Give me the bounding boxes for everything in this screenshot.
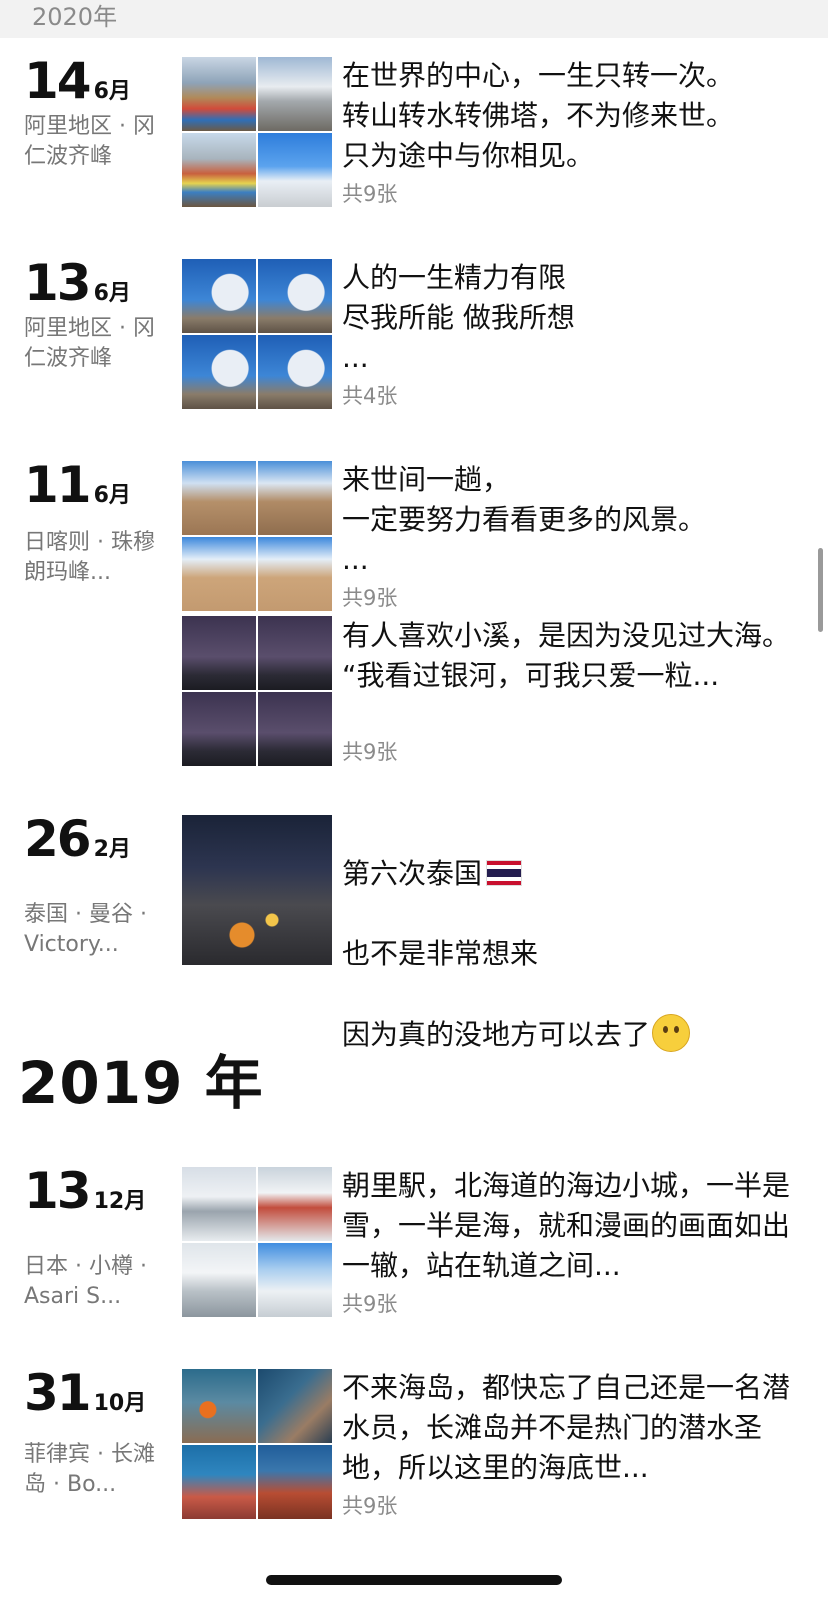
entry-month: 6月	[93, 281, 131, 306]
photo-thumb[interactable]	[258, 1167, 332, 1241]
photo-count: 共4张	[342, 384, 398, 408]
entry-date: 13 6月	[24, 254, 131, 312]
home-indicator[interactable]	[266, 1575, 562, 1585]
entry-caption: 人的一生精力有限 尽我所能 做我所想 ...	[342, 261, 575, 374]
entry-location: 泰国 · 曼谷 · Victory...	[24, 902, 147, 957]
photo-count: 共9张	[342, 1292, 398, 1316]
entry-day: 26	[24, 810, 92, 868]
photo-thumb[interactable]	[182, 815, 332, 965]
caption-line: 第六次泰国	[342, 854, 802, 894]
entry-location: 阿里地区 · 冈仁波齐峰	[24, 316, 155, 371]
photo-thumb[interactable]	[182, 1167, 256, 1241]
caption-line: 也不是非常想来	[342, 937, 539, 970]
photo-thumb[interactable]	[258, 537, 332, 611]
photo-count: 共9张	[342, 740, 398, 764]
photo-thumb[interactable]	[182, 57, 256, 131]
entry-caption: 有人喜欢小溪，是因为没见过大海。 “我看过银河，可我只爱一粒...	[342, 619, 791, 692]
entry-location: 日喀则 · 珠穆朗玛峰...	[24, 530, 155, 585]
photo-thumb[interactable]	[182, 692, 256, 766]
photo-thumb[interactable]	[182, 1369, 256, 1443]
entry-day: 13	[24, 1162, 92, 1220]
entry-month: 6月	[93, 483, 131, 508]
photo-thumb[interactable]	[258, 461, 332, 535]
thailand-flag-icon	[486, 860, 523, 886]
photo-thumb[interactable]	[258, 1369, 332, 1443]
photo-thumb[interactable]	[182, 537, 256, 611]
photo-thumb[interactable]	[182, 133, 256, 207]
entry-caption: 在世界的中心，一生只转一次。 转山转水转佛塔，不为修来世。 只为途中与你相见。	[342, 59, 735, 172]
entry-month: 12月	[93, 1189, 147, 1214]
entry-caption: 不来海岛，都快忘了自己还是一名潜水员，长滩岛并不是热门的潜水圣地，所以这里的海底…	[342, 1371, 791, 1484]
scroll-indicator[interactable]	[818, 548, 823, 632]
photo-thumb[interactable]	[258, 133, 332, 207]
year-heading: 2019 年	[18, 1049, 264, 1117]
photo-thumb[interactable]	[258, 259, 332, 333]
photo-thumb[interactable]	[258, 335, 332, 409]
photo-count: 共9张	[342, 586, 398, 610]
entry-date: 31 10月	[24, 1364, 146, 1422]
sticky-year-header: 2020年	[0, 0, 828, 38]
photo-thumb[interactable]	[182, 1445, 256, 1519]
entry-location: 日本 · 小樽 · Asari S...	[24, 1254, 147, 1309]
entry-day: 14	[24, 52, 92, 110]
entry-day: 13	[24, 254, 92, 312]
photo-thumb[interactable]	[182, 335, 256, 409]
entry-date: 26 2月	[24, 810, 131, 868]
photo-thumb[interactable]	[258, 57, 332, 131]
photo-thumb[interactable]	[182, 461, 256, 535]
photo-thumb[interactable]	[258, 1243, 332, 1317]
entry-day: 11	[24, 456, 92, 514]
entry-date: 11 6月	[24, 456, 131, 514]
entry-caption: 来世间一趟， 一定要努力看看更多的风景。 ...	[342, 463, 707, 576]
entry-month: 6月	[93, 79, 131, 104]
photo-thumb[interactable]	[182, 1243, 256, 1317]
entry-date: 14 6月	[24, 52, 131, 110]
entry-day: 31	[24, 1364, 92, 1422]
entry-month: 10月	[93, 1391, 147, 1416]
caption-line: 因为真的没地方可以去了	[342, 1014, 802, 1055]
photo-thumb[interactable]	[258, 616, 332, 690]
photo-thumb[interactable]	[182, 616, 256, 690]
entry-month: 2月	[93, 837, 131, 862]
entry-date: 13 12月	[24, 1162, 146, 1220]
photo-thumb[interactable]	[182, 259, 256, 333]
entry-location: 阿里地区 · 冈仁波齐峰	[24, 114, 155, 169]
entry-location: 菲律宾 · 长滩岛 · Bo...	[24, 1442, 155, 1497]
caption-text: 因为真的没地方可以去了	[342, 1018, 651, 1051]
photo-count: 共9张	[342, 1494, 398, 1518]
photo-thumb[interactable]	[258, 1445, 332, 1519]
entry-caption: 朝里駅，北海道的海边小城，一半是雪，一半是海，就和漫画的画面如出一辙，站在轨道之…	[342, 1169, 791, 1282]
caption-text: 第六次泰国	[342, 857, 483, 890]
photo-count: 共9张	[342, 182, 398, 206]
photo-thumb[interactable]	[258, 692, 332, 766]
entry-caption: 第六次泰国 也不是非常想来 因为真的没地方可以去了	[342, 814, 802, 1095]
smile-emoji-icon	[652, 1014, 691, 1052]
